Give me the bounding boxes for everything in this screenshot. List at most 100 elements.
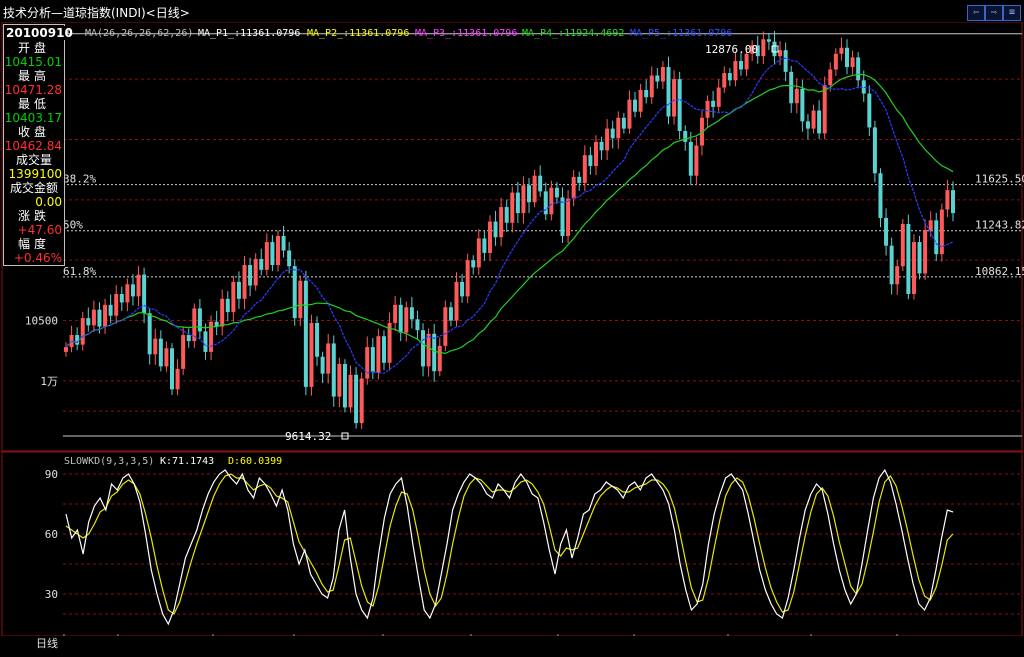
candle-body [805,121,810,129]
candle-body [895,266,900,285]
candle-body [633,99,638,112]
candle-body [917,242,922,274]
candle-body [236,281,241,299]
candle-body [543,191,548,215]
kd-panel-frame [1,451,1023,637]
candle-body [181,335,186,369]
candle-body [705,100,710,118]
candle-body [582,155,587,183]
candle-body [521,185,526,214]
candle-body [298,280,303,319]
candle-body [186,335,191,342]
candle-body [499,207,504,238]
info-value-amount: 0.00 [35,195,62,209]
candle-body [303,280,308,387]
fib-left-618: 61.8% [63,265,96,278]
candle-body [621,117,626,129]
candle-body [197,308,202,332]
candle-body [103,304,108,327]
candle-body [811,110,816,129]
candle-body [432,333,437,372]
info-label-percent: 幅度 [17,237,50,251]
candle-body [906,223,911,294]
candle-body [566,198,571,237]
candle-body [454,281,459,321]
period-label: 日线 [36,636,58,650]
candle-body [231,281,236,313]
price-tick-label: 1万 [40,375,58,388]
candle-body [381,336,386,363]
candle-body [471,260,476,268]
candle-body [320,356,325,374]
candle-body [923,230,928,274]
low-label: 9614.32 [285,430,331,443]
candle-body [878,173,883,218]
kd-k-line [65,468,954,626]
candle-body [833,53,838,70]
info-label-low: 最低 [17,97,50,111]
prev-arrow-icon[interactable]: ⇦ [967,5,985,21]
candle-body [426,333,431,367]
ma-p1-value: MA_P1_:11361.0796 [198,28,300,39]
candle-body [376,336,381,373]
candle-body [744,53,749,70]
fib-right-382: 11625.50 [975,173,1024,186]
candle-body [845,47,850,68]
candle-body [856,57,861,81]
candle-body [867,93,872,128]
candle-body [203,331,208,352]
candle-body [393,304,398,323]
candle-body [666,67,671,117]
info-value-high: 10471.28 [4,83,62,97]
candle-body [872,127,877,174]
info-label-volume: 成交量 [15,153,52,167]
candle-body [97,309,102,327]
candle-body [86,318,91,326]
candle-body [727,73,732,81]
candle-body [331,343,336,397]
candle-body [789,71,794,104]
candle-body [64,347,68,352]
candle-body [242,265,247,299]
next-arrow-icon[interactable]: ⇨ [985,5,1003,21]
candle-body [253,258,258,286]
candle-body [828,69,833,86]
kd-grid [63,473,1022,615]
candle-body [605,128,610,151]
candle-body [169,348,174,390]
fib-left-382: 38.2% [63,173,96,186]
candle-body [527,185,532,203]
high-label: 12876.00 [705,43,758,56]
menu-icon[interactable]: ≡ [1003,5,1021,21]
candle-body [153,338,158,355]
candle-body [928,220,933,230]
info-value-low: 10403.17 [4,111,62,125]
candle-body [610,128,615,139]
candle-body [554,187,559,198]
candle-body [761,39,766,57]
candle-body [147,313,152,355]
candle-body [460,281,465,297]
candle-body [275,236,280,266]
candle-body [889,245,894,285]
candle-body [281,236,286,251]
candle-body [359,378,364,424]
candle-body [292,266,297,319]
candle-body [638,89,643,112]
candle-body [476,238,481,268]
candle-body [482,238,487,253]
ma-p3-value: MA_P3_:11361.0796 [415,28,517,39]
fib-right-618: 10862.15 [975,265,1024,278]
price-tick-label: 10500 [25,315,58,328]
candle-body [515,192,520,214]
candle-body [504,207,509,223]
candle-body [130,284,135,297]
kd-k-value: K:71.1743 [160,456,214,467]
stock-chart[interactable]: 11000105001万 906030 20091220100204060810… [0,22,1024,657]
candle-body [766,39,771,42]
candle-body [404,307,409,333]
fib-lines [63,184,1022,278]
candle-body [711,100,716,107]
candle-body [448,307,453,321]
candle-body [655,75,660,82]
